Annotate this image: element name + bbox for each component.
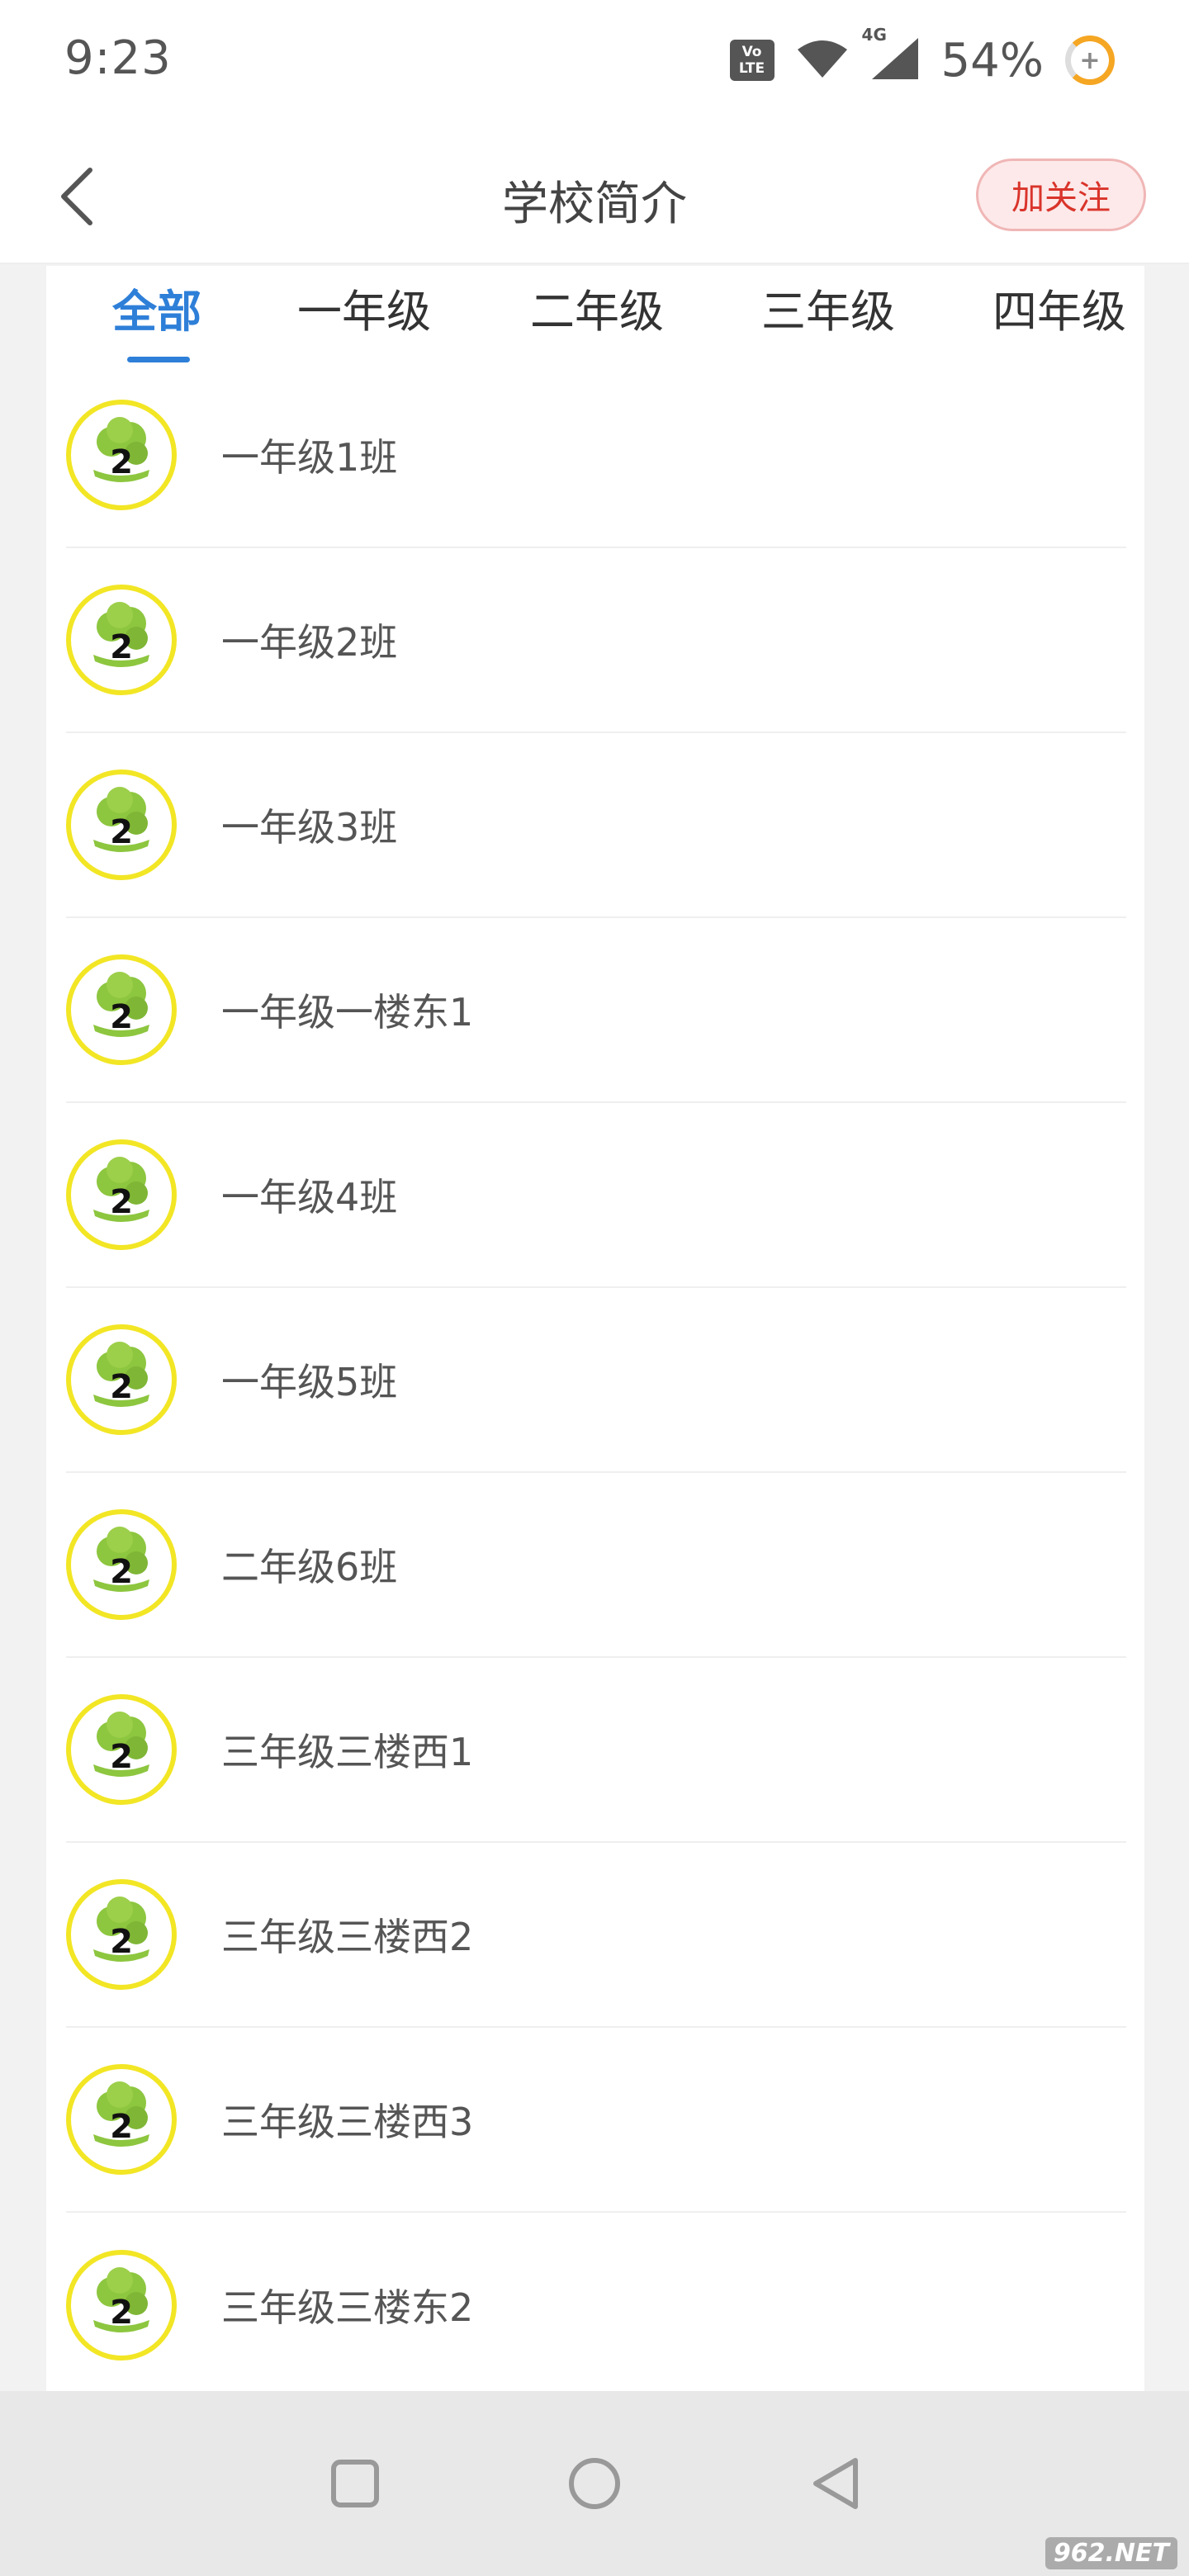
class-avatar: 2 xyxy=(66,769,177,880)
tab-all[interactable]: 全部 xyxy=(112,271,201,353)
class-name-label: 一年级4班 xyxy=(221,1175,398,1219)
school-logo-icon: 2 xyxy=(93,1896,149,1962)
class-avatar: 2 xyxy=(66,954,177,1065)
class-avatar: 2 xyxy=(66,1879,177,1990)
status-bar: 9:23 Vo LTE 4G 54% + xyxy=(0,0,1189,124)
tab-grade-2[interactable]: 二年级 xyxy=(530,271,664,353)
class-list-item[interactable]: 2 三年级三楼西3 xyxy=(66,2028,1126,2213)
school-logo-icon: 2 xyxy=(93,972,149,1037)
app-header: 学校简介 加关注 xyxy=(0,124,1189,264)
class-list-item[interactable]: 2 二年级6班 xyxy=(66,1473,1126,1658)
class-name-label: 二年级6班 xyxy=(221,1545,398,1589)
svg-text:2: 2 xyxy=(110,1553,133,1591)
class-avatar: 2 xyxy=(66,1694,177,1805)
school-logo-icon: 2 xyxy=(93,2267,149,2332)
school-logo-icon: 2 xyxy=(93,1527,149,1592)
tab-grade-4[interactable]: 四年级 xyxy=(992,271,1126,353)
class-name-label: 一年级3班 xyxy=(221,805,398,850)
class-avatar: 2 xyxy=(66,585,177,695)
class-avatar: 2 xyxy=(66,1139,177,1250)
svg-text:2: 2 xyxy=(110,1368,133,1406)
battery-icon: + xyxy=(1065,36,1115,85)
follow-button[interactable]: 加关注 xyxy=(976,159,1146,231)
class-list-item[interactable]: 2 一年级5班 xyxy=(66,1288,1126,1473)
back-triangle-icon xyxy=(813,2458,858,2509)
class-avatar: 2 xyxy=(66,2064,177,2175)
active-tab-indicator xyxy=(127,357,190,362)
tab-grade-3[interactable]: 三年级 xyxy=(761,271,895,353)
class-name-label: 一年级一楼东1 xyxy=(221,990,474,1035)
school-logo-icon: 2 xyxy=(93,2081,149,2147)
tab-grade-1[interactable]: 一年级 xyxy=(297,271,431,353)
svg-text:2: 2 xyxy=(110,2108,133,2146)
class-avatar: 2 xyxy=(66,2250,177,2361)
class-list-item[interactable]: 2 三年级三楼西2 xyxy=(66,1843,1126,2028)
system-nav-bar: 962.NET xyxy=(0,2391,1189,2576)
class-avatar: 2 xyxy=(66,1324,177,1435)
class-avatar: 2 xyxy=(66,400,177,510)
svg-text:2: 2 xyxy=(110,998,133,1036)
school-logo-icon: 2 xyxy=(93,1342,149,1407)
status-icons: Vo LTE 4G 54% + xyxy=(729,25,1115,89)
svg-text:2: 2 xyxy=(110,1738,133,1776)
svg-text:2: 2 xyxy=(110,1923,133,1961)
class-name-label: 一年级1班 xyxy=(221,435,398,480)
class-name-label: 三年级三楼西2 xyxy=(221,1915,474,1959)
class-list-item[interactable]: 2 一年级2班 xyxy=(66,548,1126,733)
cell-signal-icon: 4G xyxy=(862,25,920,84)
class-list-item[interactable]: 2 一年级3班 xyxy=(66,733,1126,918)
recents-square-icon xyxy=(331,2460,379,2507)
class-list-item[interactable]: 2 一年级4班 xyxy=(66,1103,1126,1288)
back-nav-button[interactable] xyxy=(803,2451,869,2517)
class-name-label: 一年级2班 xyxy=(221,620,398,665)
svg-text:2: 2 xyxy=(110,1183,133,1221)
wifi-icon xyxy=(796,38,849,83)
school-logo-icon: 2 xyxy=(93,1157,149,1222)
class-name-label: 三年级三楼东2 xyxy=(221,2285,474,2330)
class-name-label: 一年级5班 xyxy=(221,1360,398,1404)
school-logo-icon: 2 xyxy=(93,417,149,482)
svg-text:2: 2 xyxy=(110,2294,133,2332)
grade-tabs: 全部 一年级 二年级 三年级 四年级 xyxy=(46,266,1144,363)
school-logo-icon: 2 xyxy=(93,787,149,852)
battery-percent: 54% xyxy=(940,33,1044,88)
svg-text:2: 2 xyxy=(110,813,133,851)
watermark-logo: 962.NET xyxy=(1045,2537,1177,2569)
home-button[interactable] xyxy=(561,2451,628,2517)
class-name-label: 三年级三楼西1 xyxy=(221,1730,474,1774)
class-list-item[interactable]: 2 一年级一楼东1 xyxy=(66,918,1126,1103)
svg-text:2: 2 xyxy=(110,628,133,666)
class-list-item[interactable]: 2 三年级三楼西1 xyxy=(66,1658,1126,1843)
school-logo-icon: 2 xyxy=(93,1712,149,1777)
svg-text:2: 2 xyxy=(110,443,133,481)
school-logo-icon: 2 xyxy=(93,602,149,667)
recents-button[interactable] xyxy=(322,2451,388,2517)
class-list-card: 全部 一年级 二年级 三年级 四年级 2 一年级1班 2 一年级2班 2 一年级3班 2 一年… xyxy=(46,266,1144,2391)
class-list: 2 一年级1班 2 一年级2班 2 一年级3班 2 一年级一楼东1 2 一年级4班 2 一年级5班 2 二… xyxy=(66,363,1126,2391)
class-list-item[interactable]: 2 三年级三楼东2 xyxy=(66,2213,1126,2391)
home-circle-icon xyxy=(569,2458,620,2509)
volte-icon: Vo LTE xyxy=(729,40,775,81)
class-name-label: 三年级三楼西3 xyxy=(221,2100,474,2144)
status-time: 9:23 xyxy=(64,31,172,85)
class-avatar: 2 xyxy=(66,1509,177,1620)
class-list-item[interactable]: 2 一年级1班 xyxy=(66,363,1126,548)
